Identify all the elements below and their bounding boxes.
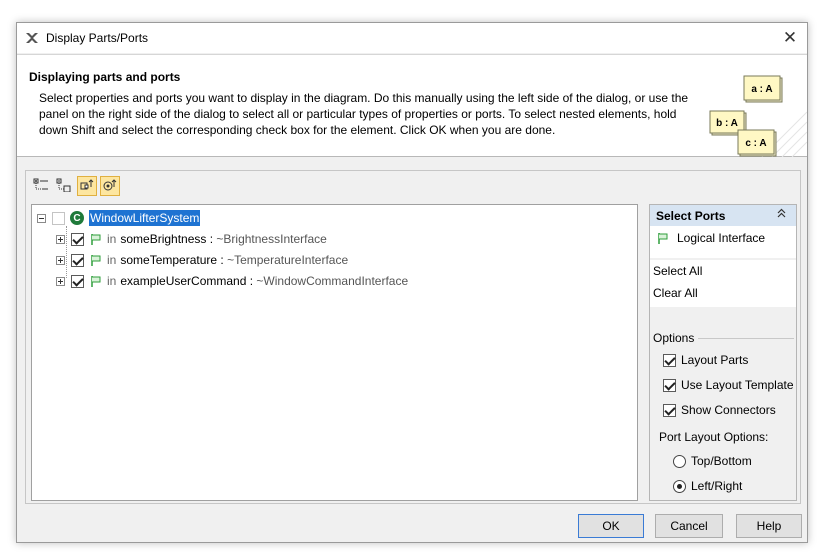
port-type-item-logical-interface[interactable]: Logical Interface	[656, 231, 765, 245]
options-label: Options	[653, 331, 699, 345]
expand-all-button[interactable]	[31, 176, 51, 196]
title-bar: Display Parts/Ports ✕	[17, 23, 807, 53]
layout-parts-label: Layout Parts	[681, 353, 749, 367]
window-title: Display Parts/Ports	[46, 31, 149, 45]
type-separator: :	[206, 232, 217, 246]
options-divider	[698, 338, 794, 339]
top-bottom-option[interactable]: Top/Bottom	[673, 454, 752, 468]
help-button[interactable]: Help	[736, 514, 802, 538]
port-checkbox[interactable]	[71, 253, 84, 267]
expand-toggle-icon[interactable]	[56, 234, 65, 244]
description-text: Select properties and ports you want to …	[39, 91, 689, 137]
part-label-b: b : A	[716, 118, 738, 129]
port-flag-icon	[89, 274, 103, 288]
use-layout-template-option[interactable]: Use Layout Template	[663, 378, 794, 392]
port-checkbox[interactable]	[71, 274, 84, 288]
app-logo-icon	[25, 31, 39, 45]
content-panel: C WindowLifterSystem in someBrightness :…	[25, 170, 801, 504]
cancel-button[interactable]: Cancel	[655, 514, 723, 538]
select-ports-header[interactable]: Select Ports	[650, 205, 796, 226]
direction-keyword: in	[107, 232, 117, 246]
port-type-label: Logical Interface	[677, 231, 766, 245]
top-bottom-radio[interactable]	[673, 454, 686, 468]
left-right-label: Left/Right	[691, 479, 743, 493]
element-tree[interactable]: C WindowLifterSystem in someBrightness :…	[31, 204, 638, 501]
left-right-radio[interactable]	[673, 479, 686, 493]
show-connectors-option[interactable]: Show Connectors	[663, 403, 776, 417]
port-type-list: Logical Interface	[650, 226, 796, 258]
show-ports-icon	[79, 178, 95, 195]
parts-illustration: a : A b : A c : A	[709, 75, 807, 157]
type-separator: :	[217, 253, 228, 267]
part-label-a: a : A	[751, 84, 772, 95]
part-label-c: c : A	[745, 138, 766, 149]
description-panel: Displaying parts and ports Select proper…	[17, 54, 807, 157]
tree-root-row[interactable]: C WindowLifterSystem	[37, 208, 201, 228]
show-connectors-checkbox[interactable]	[663, 403, 676, 417]
root-checkbox[interactable]	[52, 211, 65, 225]
tree-row[interactable]: in someTemperature : ~TemperatureInterfa…	[56, 250, 348, 270]
show-parts-button[interactable]	[100, 176, 120, 196]
layout-parts-checkbox[interactable]	[663, 353, 676, 367]
port-checkbox[interactable]	[71, 232, 84, 246]
port-name: someTemperature	[120, 253, 218, 267]
top-bottom-label: Top/Bottom	[691, 454, 752, 468]
port-flag-icon	[656, 231, 670, 245]
select-all-link[interactable]: Select All	[653, 264, 702, 278]
collapse-all-icon	[56, 178, 72, 195]
layout-parts-option[interactable]: Layout Parts	[663, 353, 748, 367]
collapse-panel-icon[interactable]	[777, 208, 786, 221]
port-flag-icon	[89, 232, 103, 246]
display-parts-ports-dialog: Display Parts/Ports ✕ Displaying parts a…	[16, 22, 808, 543]
show-parts-icon	[102, 178, 118, 195]
use-layout-template-checkbox[interactable]	[663, 378, 676, 392]
root-label: WindowLifterSystem	[89, 210, 201, 226]
use-layout-template-label: Use Layout Template	[681, 378, 794, 392]
class-icon: C	[70, 211, 84, 225]
port-layout-options-label: Port Layout Options:	[659, 430, 769, 444]
select-ports-title: Select Ports	[656, 209, 726, 223]
ok-button[interactable]: OK	[578, 514, 644, 538]
port-name: exampleUserCommand	[120, 274, 247, 288]
expand-toggle-icon[interactable]	[56, 255, 65, 265]
show-ports-button[interactable]	[77, 176, 97, 196]
left-right-option[interactable]: Left/Right	[673, 479, 742, 493]
tree-row[interactable]: in exampleUserCommand : ~WindowCommandIn…	[56, 271, 408, 291]
expand-all-icon	[33, 178, 49, 195]
port-type: ~WindowCommandInterface	[256, 274, 409, 288]
port-type: ~BrightnessInterface	[216, 232, 327, 246]
collapse-all-button[interactable]	[54, 176, 74, 196]
expand-toggle-icon[interactable]	[56, 276, 65, 286]
select-ports-panel: Select Ports Logical Interface Select Al…	[649, 204, 797, 501]
collapse-toggle-icon[interactable]	[37, 213, 46, 223]
close-button[interactable]: ✕	[775, 23, 805, 53]
direction-keyword: in	[107, 253, 117, 267]
type-separator: :	[246, 274, 257, 288]
port-flag-icon	[89, 253, 103, 267]
description-title: Displaying parts and ports	[29, 70, 181, 84]
direction-keyword: in	[107, 274, 117, 288]
clear-all-link[interactable]: Clear All	[653, 286, 698, 300]
show-connectors-label: Show Connectors	[681, 403, 776, 417]
tree-row[interactable]: in someBrightness : ~BrightnessInterface	[56, 229, 327, 249]
port-type: ~TemperatureInterface	[227, 253, 349, 267]
selection-links: Select All Clear All	[650, 260, 796, 307]
port-name: someBrightness	[120, 232, 207, 246]
